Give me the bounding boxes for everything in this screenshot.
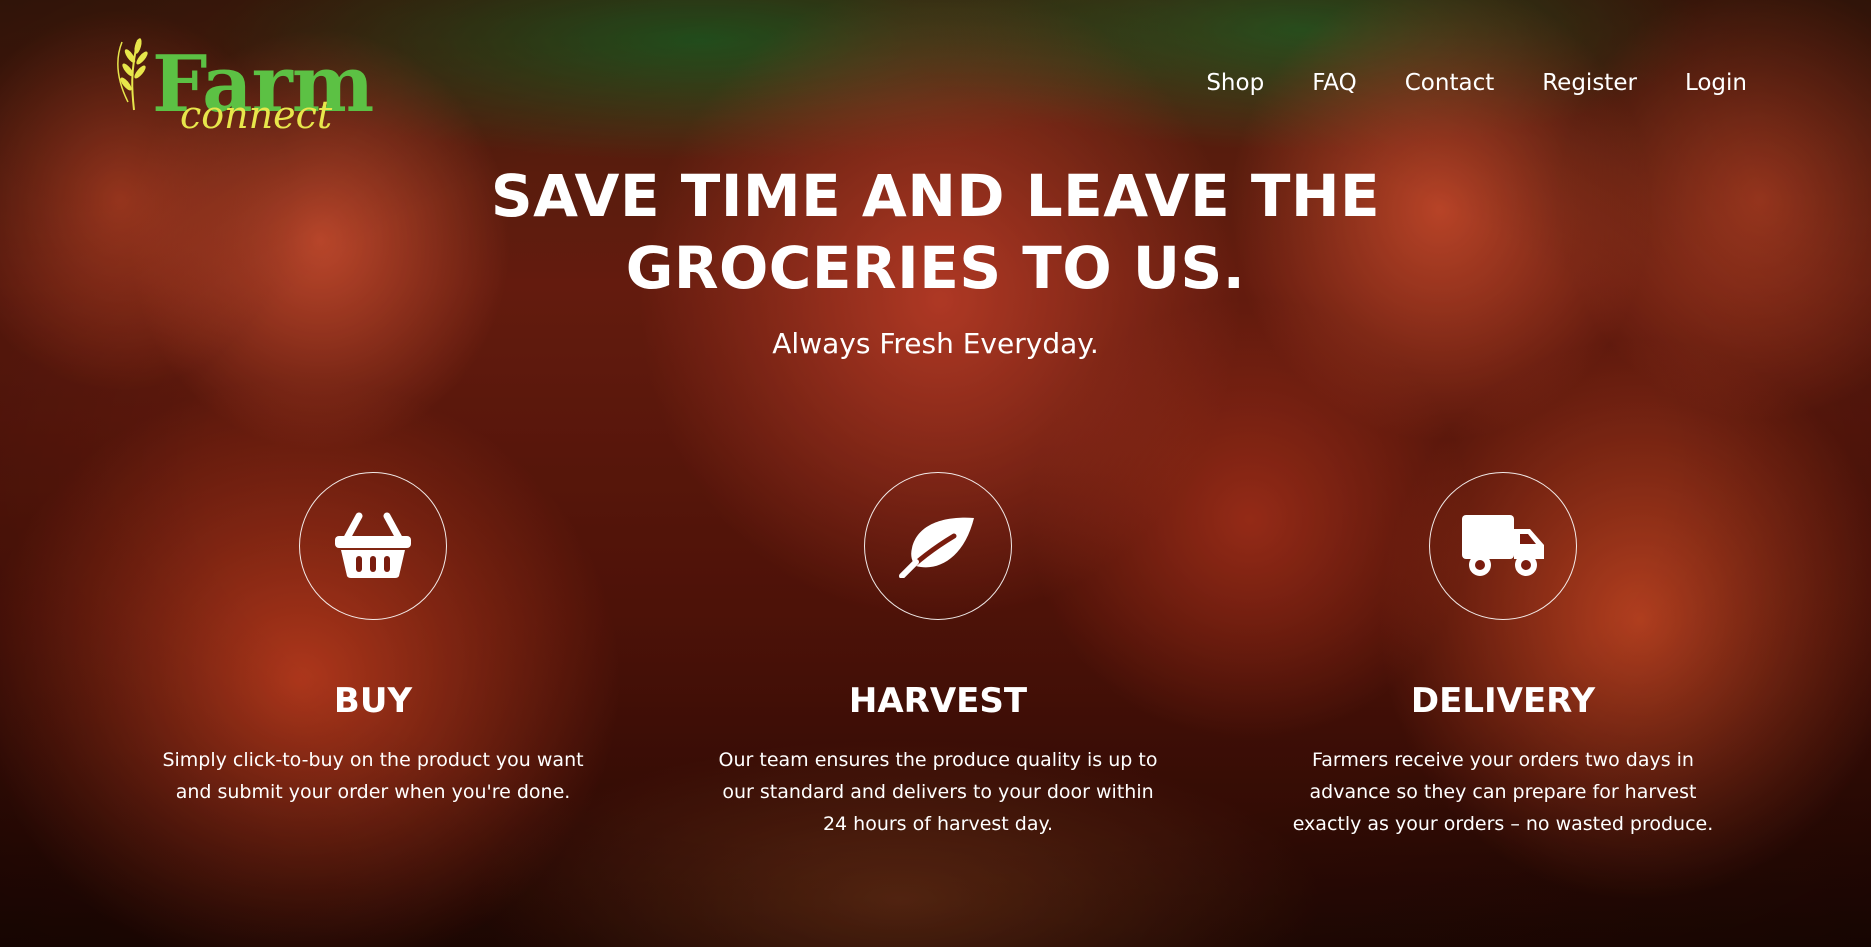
truck-icon bbox=[1462, 515, 1544, 576]
logo-tagline: connect bbox=[180, 93, 333, 137]
nav-register[interactable]: Register bbox=[1542, 72, 1637, 95]
feature-title: BUY bbox=[333, 681, 413, 721]
feature-title: HARVEST bbox=[848, 681, 1028, 721]
hero-subtitle: Always Fresh Everyday. bbox=[772, 327, 1099, 360]
main-nav: Shop FAQ Contact Register Login bbox=[1206, 72, 1747, 95]
feature-icon-circle bbox=[1429, 472, 1577, 620]
leaf-icon bbox=[899, 517, 974, 578]
feature-harvest: HARVEST Our team ensures the produce qua… bbox=[708, 472, 1168, 840]
landing-page: Farm connect Shop FAQ Contact Register L… bbox=[0, 0, 1871, 947]
hero-title: SAVE TIME AND LEAVE THE GROCERIES TO US. bbox=[490, 162, 1381, 302]
hero-section: SAVE TIME AND LEAVE THE GROCERIES TO US.… bbox=[0, 160, 1871, 358]
feature-title: DELIVERY bbox=[1410, 681, 1596, 721]
feature-description: Our team ensures the produce quality is … bbox=[718, 749, 1158, 835]
feature-description: Simply click-to-buy on the product you w… bbox=[162, 749, 584, 803]
nav-faq[interactable]: FAQ bbox=[1312, 72, 1357, 95]
basket-icon bbox=[335, 512, 411, 578]
feature-delivery: DELIVERY Farmers receive your orders two… bbox=[1273, 472, 1733, 840]
nav-contact[interactable]: Contact bbox=[1405, 72, 1494, 95]
feature-icon-circle bbox=[299, 472, 447, 620]
nav-shop[interactable]: Shop bbox=[1206, 72, 1264, 95]
nav-login[interactable]: Login bbox=[1685, 72, 1747, 95]
feature-description: Farmers receive your orders two days in … bbox=[1292, 749, 1714, 835]
brand-logo[interactable]: Farm connect bbox=[104, 30, 374, 150]
feature-icon-circle bbox=[864, 472, 1012, 620]
feature-buy: BUY Simply click-to-buy on the product y… bbox=[143, 472, 603, 808]
